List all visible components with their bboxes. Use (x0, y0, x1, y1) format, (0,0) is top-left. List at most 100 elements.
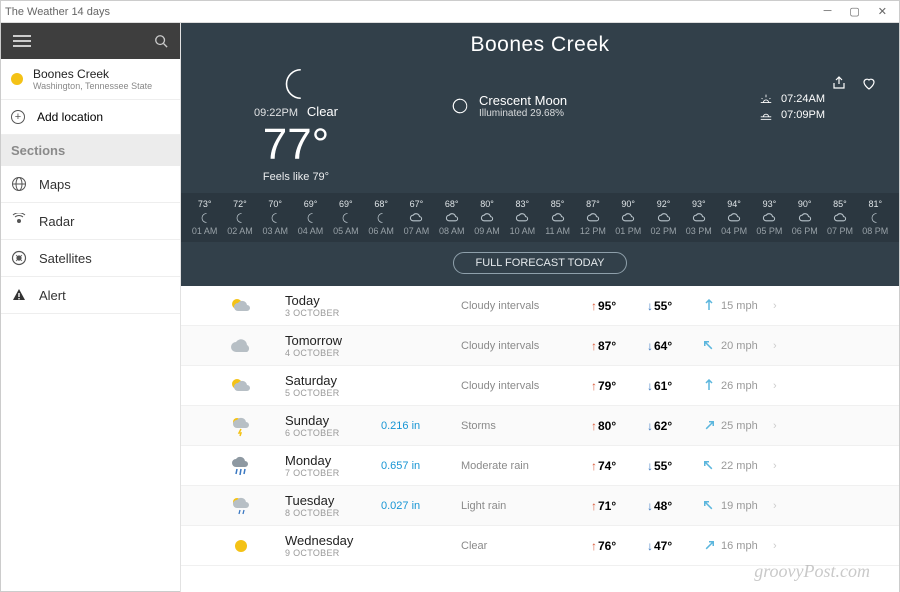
hour-time: 06 PM (787, 226, 822, 236)
hour-cell[interactable]: 93°05 PM (752, 199, 787, 236)
day-wind: 20 mph (703, 339, 773, 353)
share-icon[interactable] (831, 75, 847, 91)
day-row[interactable]: Today3 OCTOBERCloudy intervals↑95°↓55°15… (181, 286, 899, 326)
day-low: ↓47° (647, 539, 703, 553)
hour-cell[interactable]: 93°03 PM (681, 199, 716, 236)
hour-cloud-icon (575, 211, 610, 225)
day-precip: 0.216 in (381, 420, 461, 432)
day-low: ↓55° (647, 459, 703, 473)
hour-cell[interactable]: 90°01 PM (611, 199, 646, 236)
day-name: Wednesday (285, 533, 381, 548)
hour-time: 06 AM (363, 226, 398, 236)
chevron-right-icon: › (773, 380, 777, 392)
hour-time: 03 AM (258, 226, 293, 236)
maximize-button[interactable]: ▢ (849, 5, 859, 18)
day-row[interactable]: Wednesday9 OCTOBERClear↑76°↓47°16 mph› (181, 526, 899, 566)
current-column: 09:22PM Clear 77° Feels like 79° (181, 65, 411, 183)
hour-cell[interactable]: 92°02 PM (646, 199, 681, 236)
hour-cell[interactable]: 69°05 AM (328, 199, 363, 236)
day-partly-icon (221, 296, 261, 316)
search-icon[interactable] (154, 34, 168, 48)
sidebar: Boones Creek Washington, Tennessee State… (1, 23, 181, 592)
sidebar-item-radar[interactable]: Radar (1, 203, 180, 240)
hour-temp: 85° (822, 199, 857, 209)
sidebar-topbar (1, 23, 180, 59)
day-name: Saturday (285, 373, 381, 388)
hour-cell[interactable]: 73°01 AM (187, 199, 222, 236)
sidebar-item-maps[interactable]: Maps (1, 166, 180, 203)
minimize-button[interactable]: ─ (824, 5, 832, 18)
day-condition: Cloudy intervals (461, 380, 591, 392)
moon-column: Crescent Moon Illuminated 29.68% (411, 93, 759, 119)
hour-cell[interactable]: 85°11 AM (540, 199, 575, 236)
hour-cloud-icon (822, 211, 857, 225)
hour-moon-icon (328, 211, 363, 225)
location-region: Washington, Tennessee State (33, 81, 152, 91)
hour-cell[interactable]: 69°04 AM (293, 199, 328, 236)
day-row[interactable]: Sunday6 OCTOBER0.216 inStorms↑80°↓62°25 … (181, 406, 899, 446)
hour-cloud-icon (505, 211, 540, 225)
hour-cloud-icon (752, 211, 787, 225)
favorite-icon[interactable] (861, 75, 877, 91)
current-condition: Clear (307, 104, 338, 119)
add-location-label: Add location (37, 110, 103, 124)
hour-cell[interactable]: 67°07 AM (399, 199, 434, 236)
close-button[interactable]: ✕ (878, 5, 887, 18)
day-low: ↓48° (647, 499, 703, 513)
day-row[interactable]: Tuesday8 OCTOBER0.027 inLight rain↑71°↓4… (181, 486, 899, 526)
day-row[interactable]: Monday7 OCTOBER0.657 inModerate rain↑74°… (181, 446, 899, 486)
titlebar: The Weather 14 days ─ ▢ ✕ (1, 1, 899, 23)
sidebar-item-label: Maps (39, 177, 71, 192)
hour-temp: 94° (716, 199, 751, 209)
hour-time: 10 AM (505, 226, 540, 236)
day-condition: Cloudy intervals (461, 340, 591, 352)
sunset-icon (759, 109, 773, 121)
day-cloud-icon (221, 337, 261, 355)
hour-cell[interactable]: 72°02 AM (222, 199, 257, 236)
sidebar-item-alert[interactable]: Alert (1, 277, 180, 314)
day-low: ↓62° (647, 419, 703, 433)
day-row[interactable]: Saturday5 OCTOBERCloudy intervals↑79°↓61… (181, 366, 899, 406)
hero: Boones Creek 09:22PM Clear 77° Feels lik… (181, 23, 899, 286)
hour-time: 08 AM (434, 226, 469, 236)
hour-cell[interactable]: 68° 08 AM (434, 199, 469, 236)
content: Boones Creek 09:22PM Clear 77° Feels lik… (181, 23, 899, 592)
day-precip: 0.657 in (381, 460, 461, 472)
hour-time: 02 AM (222, 226, 257, 236)
hour-temp: 68° (363, 199, 398, 209)
hour-cell[interactable]: 81°08 PM (858, 199, 893, 236)
day-name: Tuesday (285, 493, 381, 508)
moon-illum: Illuminated 29.68% (479, 108, 567, 119)
full-forecast-button[interactable]: FULL FORECAST TODAY (453, 252, 628, 274)
hour-cloud-icon (434, 211, 469, 225)
hour-time: 01 PM (611, 226, 646, 236)
day-wind: 25 mph (703, 419, 773, 433)
day-low: ↓61° (647, 379, 703, 393)
hour-cloud-icon (540, 211, 575, 225)
location-row[interactable]: Boones Creek Washington, Tennessee State (1, 59, 180, 100)
hour-time: 09 AM (469, 226, 504, 236)
day-row[interactable]: Tomorrow4 OCTOBERCloudy intervals↑87°↓64… (181, 326, 899, 366)
hour-time: 11 AM (540, 226, 575, 236)
add-location-button[interactable]: + Add location (1, 100, 180, 135)
menu-icon[interactable] (13, 35, 31, 47)
sidebar-item-satellites[interactable]: Satellites (1, 240, 180, 277)
hour-cell[interactable]: 87°12 PM (575, 199, 610, 236)
hour-cell[interactable]: 85°07 PM (822, 199, 857, 236)
day-condition: Moderate rain (461, 460, 591, 472)
hour-cell[interactable]: 83°10 AM (505, 199, 540, 236)
hour-temp: 68° (434, 199, 469, 209)
day-storm-icon (221, 415, 261, 437)
radar-icon (11, 213, 27, 229)
hour-cell[interactable]: 68° 06 AM (363, 199, 398, 236)
sunrise-time: 07:24AM (781, 93, 825, 105)
hourly-strip[interactable]: 73°01 AM72°02 AM70°03 AM69°04 AM69°05 AM… (181, 193, 899, 242)
hour-time: 05 PM (752, 226, 787, 236)
hour-cell[interactable]: 90°06 PM (787, 199, 822, 236)
hour-cell[interactable]: 80°09 AM (469, 199, 504, 236)
hour-temp: 69° (328, 199, 363, 209)
hour-cell[interactable]: 70°03 AM (258, 199, 293, 236)
day-wind: 16 mph (703, 539, 773, 553)
chevron-right-icon: › (773, 300, 777, 312)
hour-cell[interactable]: 94°04 PM (716, 199, 751, 236)
